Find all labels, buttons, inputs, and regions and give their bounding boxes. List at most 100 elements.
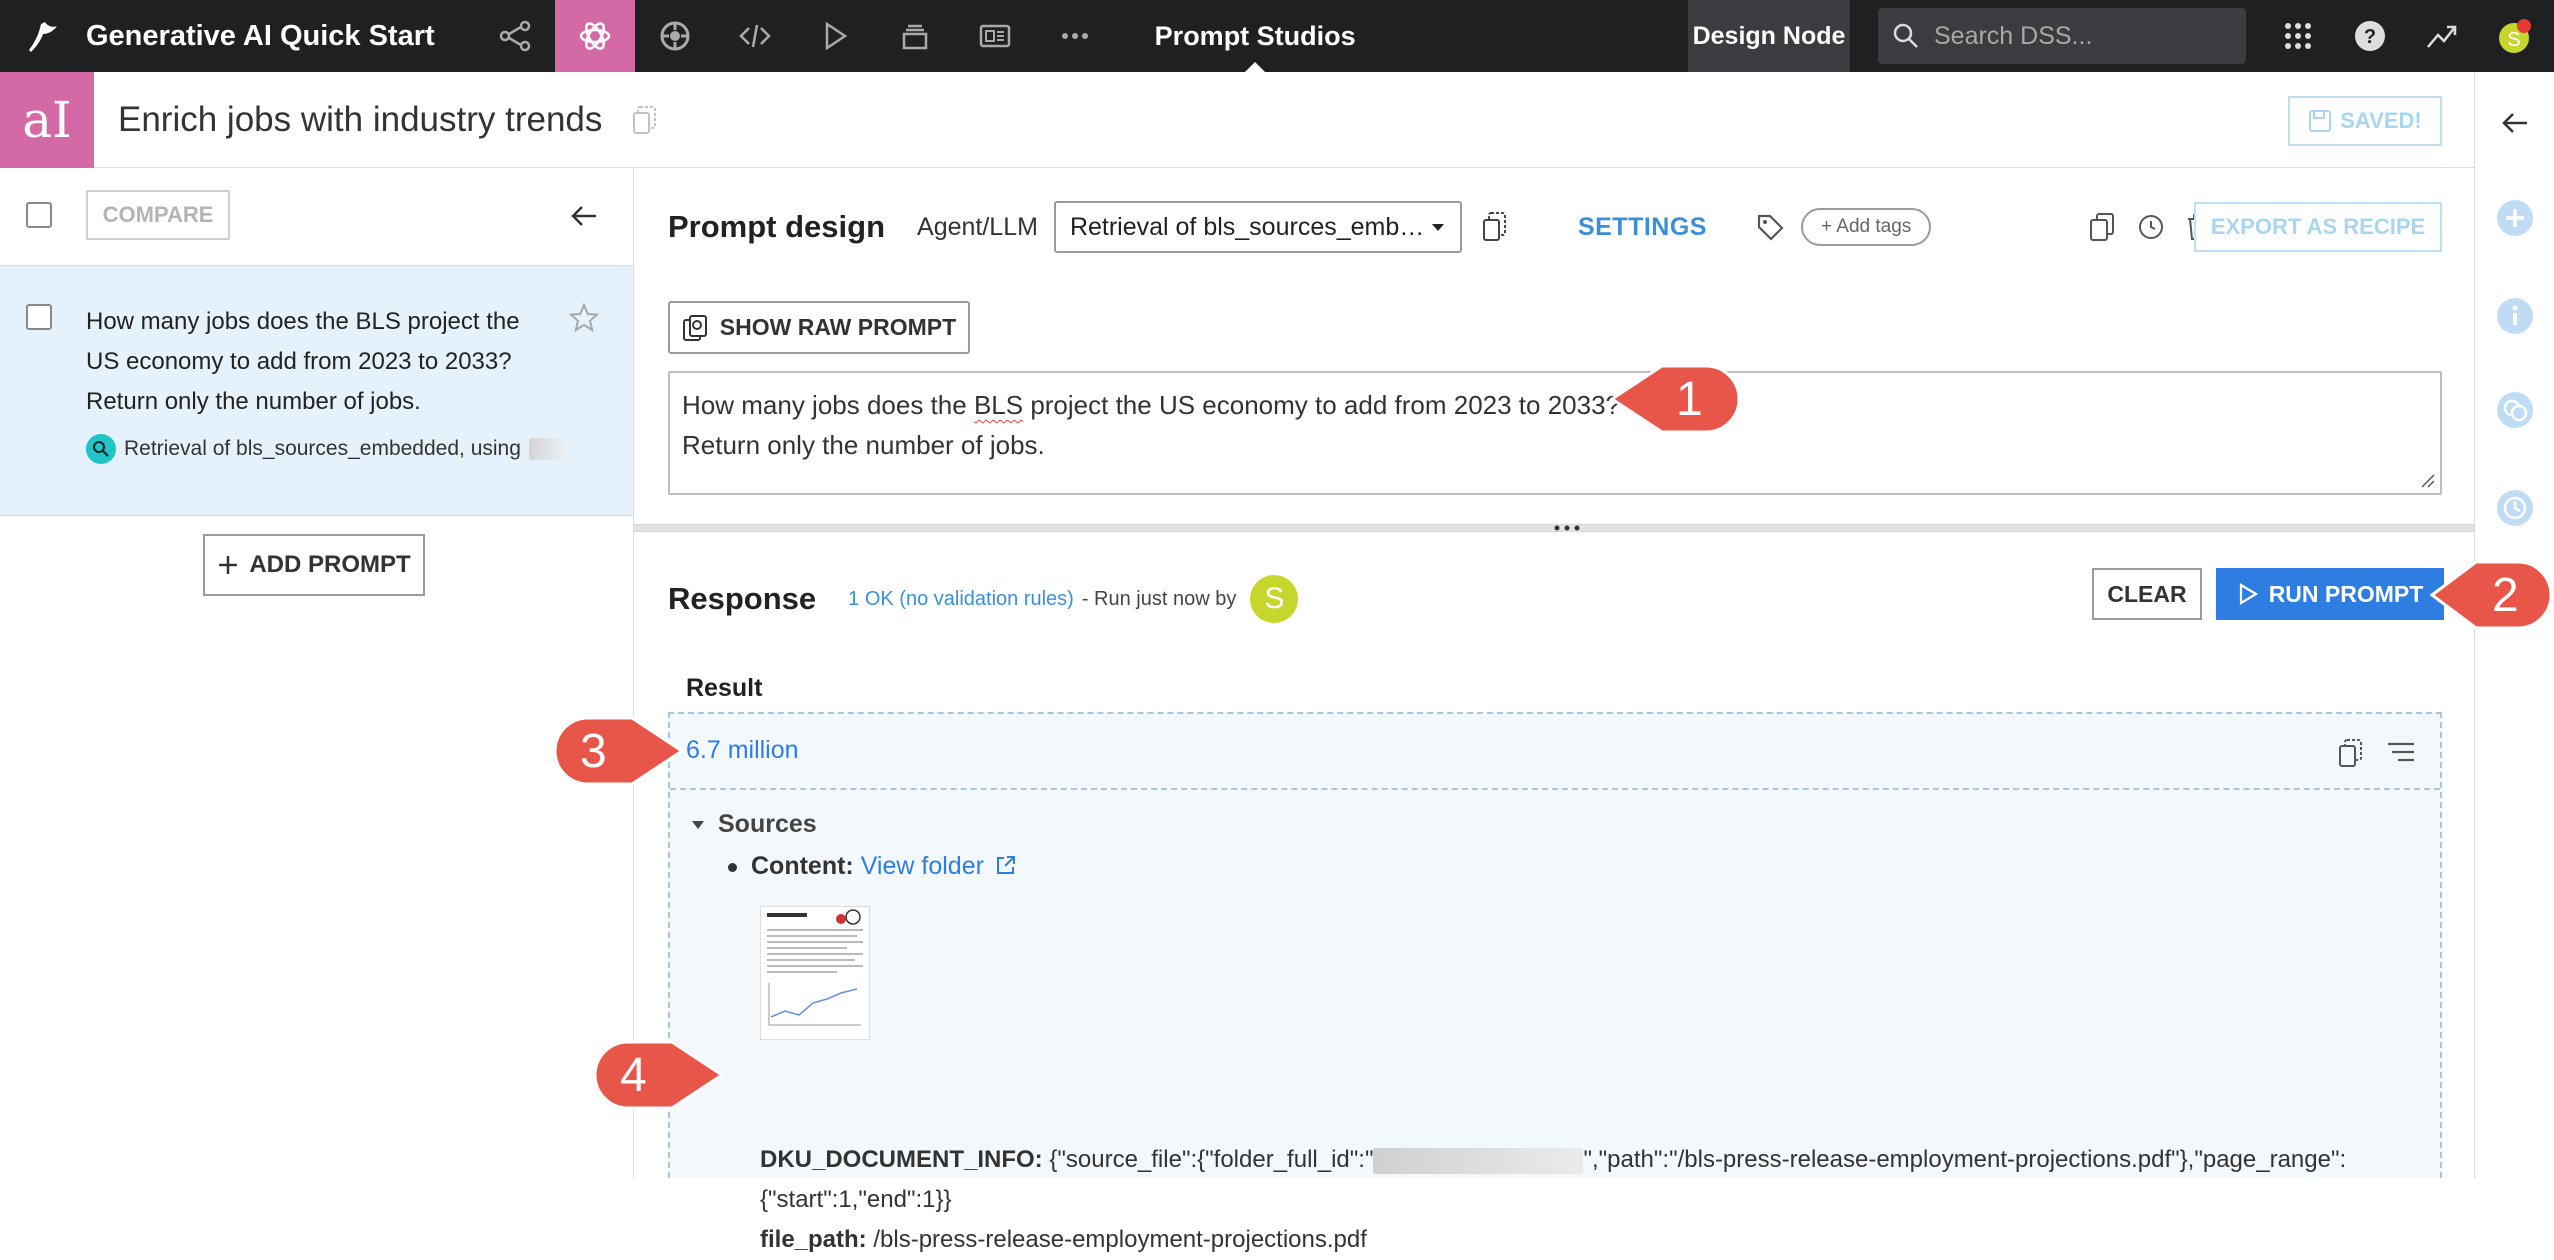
content-label: Content: xyxy=(751,852,854,880)
dashboard-icon[interactable] xyxy=(955,0,1035,72)
sources-label: Sources xyxy=(718,810,817,838)
view-folder-link[interactable]: View folder xyxy=(861,852,984,880)
result-value: 6.7 million xyxy=(686,736,799,764)
caret-down-icon xyxy=(1431,224,1444,231)
studio-title-bar: aI Enrich jobs with industry trends SAVE… xyxy=(0,71,2474,168)
export-as-recipe-button[interactable]: EXPORT AS RECIPE xyxy=(2194,202,2442,252)
prompt-line-2: Return only the number of jobs. xyxy=(682,430,1045,460)
dataiku-logo-icon[interactable] xyxy=(0,0,86,72)
select-all-checkbox[interactable] xyxy=(26,202,52,228)
retrieval-llm-icon xyxy=(86,434,116,464)
callout-2: 2 xyxy=(2430,556,2554,634)
deploy-icon[interactable] xyxy=(635,0,715,72)
stack-icon[interactable] xyxy=(875,0,955,72)
prompt-list-header: COMPARE xyxy=(0,168,633,266)
drag-dots-icon xyxy=(1554,525,1580,531)
resize-handle-icon[interactable] xyxy=(2418,471,2436,489)
prompt-list-panel: COMPARE How many jobs does the BLS proje… xyxy=(0,168,634,1178)
settings-link[interactable]: SETTINGS xyxy=(1578,213,1707,242)
info-icon[interactable] xyxy=(2475,296,2554,336)
caret-down-icon xyxy=(692,820,704,829)
filepath-label: file_path: xyxy=(760,1226,867,1253)
code-icon[interactable] xyxy=(715,0,795,72)
back-arrow-icon[interactable] xyxy=(2475,108,2554,138)
page-title[interactable]: Enrich jobs with industry trends xyxy=(118,100,602,140)
document-thumbnail[interactable] xyxy=(760,906,870,1040)
result-box: 6.7 million Sources Content: View folder xyxy=(668,712,2442,1253)
add-prompt-label: ADD PROMPT xyxy=(249,551,411,578)
lab-icon[interactable] xyxy=(554,0,635,72)
add-tags-button[interactable]: + Add tags xyxy=(1800,208,1932,246)
redacted-llm-name xyxy=(528,438,569,460)
duplicate-icon[interactable] xyxy=(2089,212,2115,242)
external-link-icon[interactable] xyxy=(995,854,1017,876)
compare-button[interactable]: COMPARE xyxy=(86,190,230,240)
spell-check-word: BLS xyxy=(973,390,1024,420)
timeline-clock-icon[interactable] xyxy=(2475,488,2554,528)
run-prompt-button[interactable]: RUN PROMPT xyxy=(2216,568,2444,620)
save-disk-icon xyxy=(2309,110,2332,132)
show-raw-prompt-button[interactable]: SHOW RAW PROMPT xyxy=(668,301,970,354)
callout-3: 3 xyxy=(550,712,684,790)
copy-icon[interactable] xyxy=(1482,211,1508,243)
top-navigation-bar: Generative AI Quick Start Prompt Studios… xyxy=(0,0,2554,72)
play-icon xyxy=(2239,583,2258,605)
response-title: Response xyxy=(668,581,817,616)
prompt-line-1: How many jobs does the BLS project the U… xyxy=(682,390,1621,420)
history-clock-icon[interactable] xyxy=(2137,213,2165,241)
response-run-info: - Run just now by xyxy=(1081,587,1237,610)
copy-result-icon[interactable] xyxy=(2338,738,2364,768)
source-content-row: Content: View folder xyxy=(728,852,1017,881)
agent-llm-select[interactable]: Retrieval of bls_sources_emb… xyxy=(1053,201,1462,253)
add-prompt-button[interactable]: ADD PROMPT xyxy=(203,534,425,596)
collapse-arrow-icon[interactable] xyxy=(570,202,598,230)
sources-toggle[interactable]: Sources xyxy=(690,810,817,839)
prompt-item-text: How many jobs does the BLS project the U… xyxy=(86,308,520,415)
svg-text:S: S xyxy=(2507,29,2520,51)
filter-lines-icon[interactable] xyxy=(2386,740,2416,764)
help-icon[interactable]: ? xyxy=(2340,0,2400,72)
result-label: Result xyxy=(686,674,763,702)
prompt-item-meta: Retrieval of bls_sources_embedded, using xyxy=(86,434,569,464)
prompt-studios-title[interactable]: Prompt Studios xyxy=(1155,0,1356,72)
copy-icon[interactable] xyxy=(632,105,658,135)
agent-llm-value: Retrieval of bls_sources_emb… xyxy=(1069,212,1425,241)
split-divider-handle[interactable] xyxy=(634,524,2474,532)
flow-icon[interactable] xyxy=(475,0,555,72)
prompt-item-llm: Retrieval of bls_sources_embedded, using xyxy=(124,437,521,460)
apps-grid-icon[interactable] xyxy=(2268,0,2328,72)
activity-chart-icon[interactable] xyxy=(2412,0,2472,72)
docinfo-row: DKU_DOCUMENT_INFO: {"source_file":{"fold… xyxy=(760,1140,2420,1180)
agent-llm-label: Agent/LLM xyxy=(917,212,1038,241)
clear-button[interactable]: CLEAR xyxy=(2092,568,2202,620)
bullet-dot xyxy=(728,862,737,872)
response-status-link[interactable]: 1 OK (no validation rules) xyxy=(848,588,1074,611)
user-avatar[interactable]: S xyxy=(1250,575,1299,623)
add-icon[interactable] xyxy=(2475,198,2554,238)
filepath-value: /bls-press-release-employment-projection… xyxy=(873,1226,1367,1253)
prompt-list-item[interactable]: How many jobs does the BLS project the U… xyxy=(0,266,633,516)
docinfo-part3: {"start":1,"end":1}} xyxy=(760,1186,952,1213)
show-raw-prompt-label: SHOW RAW PROMPT xyxy=(719,314,957,340)
result-value-row: 6.7 million xyxy=(670,714,2440,790)
star-icon[interactable] xyxy=(568,302,600,334)
prompt-studio-logo: aI xyxy=(0,71,94,168)
user-avatar-icon[interactable]: S xyxy=(2484,0,2544,72)
tag-icon[interactable] xyxy=(1755,212,1785,242)
project-title[interactable]: Generative AI Quick Start xyxy=(86,20,435,53)
prompt-checkbox[interactable] xyxy=(26,304,52,330)
play-icon[interactable] xyxy=(795,0,875,72)
document-info: DKU_DOCUMENT_INFO: {"source_file":{"fold… xyxy=(760,1140,2420,1260)
plus-icon xyxy=(219,556,238,574)
discussions-icon[interactable] xyxy=(2475,390,2554,430)
global-search[interactable] xyxy=(1878,8,2246,64)
callout-4: 4 xyxy=(590,1036,724,1114)
search-input[interactable] xyxy=(1934,21,2234,51)
search-icon xyxy=(1893,23,1918,48)
more-icon[interactable] xyxy=(1035,0,1115,72)
callout-1: 1 xyxy=(1610,360,1744,438)
prompt-text-area[interactable]: How many jobs does the BLS project the U… xyxy=(668,371,2442,495)
saved-label: SAVED! xyxy=(2340,108,2422,133)
svg-text:?: ? xyxy=(2364,26,2376,48)
saved-button[interactable]: SAVED! xyxy=(2288,96,2442,146)
